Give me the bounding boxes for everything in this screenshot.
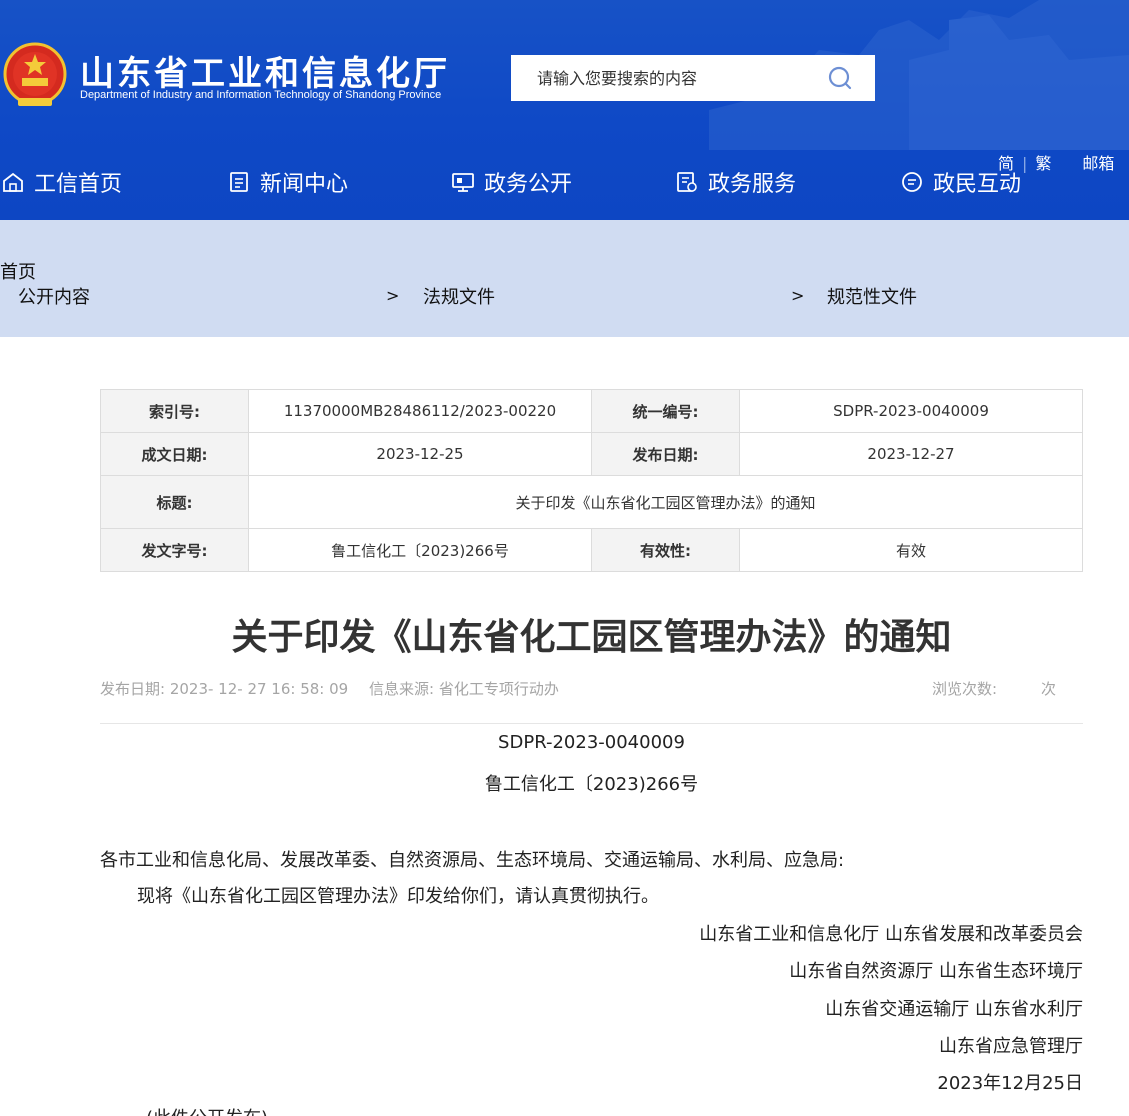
nav-label: 新闻中心	[260, 172, 349, 197]
search-icon[interactable]	[827, 65, 853, 91]
signature-line: 山东省自然资源厅 山东省生态环境厅	[789, 961, 1083, 982]
made-date-label: 成文日期:	[100, 432, 249, 476]
validity-label: 有效性:	[591, 528, 740, 572]
nav-item-interaction[interactable]: 政民互动	[901, 166, 1021, 198]
search-input[interactable]	[511, 56, 811, 100]
doc-number: 鲁工信化工〔2023)266号	[484, 774, 699, 795]
main-nav: 工信首页 新闻中心 政务公开 政务服务 政民互动	[0, 166, 1129, 206]
doc-code: SDPR-2023-0040009	[498, 732, 685, 753]
nav-label: 政务公开	[484, 172, 573, 197]
nav-label: 工信首页	[34, 172, 123, 197]
national-emblem-icon	[3, 42, 67, 106]
breadcrumb-separator: >	[386, 286, 400, 305]
breadcrumb-normative-docs[interactable]: 规范性文件	[827, 283, 917, 309]
site-header: 山东省工业和信息化厅 Department of Industry and In…	[0, 0, 1129, 220]
service-icon	[677, 172, 697, 192]
views-label: 浏览次数:	[932, 680, 998, 698]
signature-line: 山东省工业和信息化厅 山东省发展和改革委员会	[699, 924, 1083, 945]
document-info-table: 索引号: 11370000MB28486112/2023-00220 统一编号:…	[100, 389, 1083, 572]
breadcrumb-separator: >	[791, 286, 805, 305]
doc-number-value: 鲁工信化工〔2023)266号	[248, 528, 592, 572]
table-row: 索引号: 11370000MB28486112/2023-00220 统一编号:…	[100, 389, 1083, 433]
addressee: 各市工业和信息化局、发展改革委、自然资源局、生态环境局、交通运输局、水利局、应急…	[100, 850, 845, 871]
footnote: (此件公开发布)	[146, 1104, 268, 1116]
index-value: 11370000MB28486112/2023-00220	[248, 389, 592, 433]
nav-label: 政民互动	[933, 172, 1022, 197]
code-value: SDPR-2023-0040009	[739, 389, 1083, 433]
site-subtitle: Department of Industry and Information T…	[80, 89, 442, 101]
chat-icon	[902, 172, 922, 192]
pub-date-label: 发布日期:	[591, 432, 740, 476]
table-row: 标题: 关于印发《山东省化工园区管理办法》的通知	[100, 475, 1083, 529]
document-icon	[230, 172, 248, 192]
made-date-value: 2023-12-25	[248, 432, 592, 476]
source-meta: 信息来源: 省化工专项行动办	[369, 680, 559, 698]
monitor-icon	[452, 173, 474, 192]
search-box	[511, 55, 875, 101]
code-label: 统一编号:	[591, 389, 740, 433]
nav-item-gov-service[interactable]: 政务服务	[676, 166, 796, 198]
nav-item-news[interactable]: 新闻中心	[228, 166, 348, 198]
nav-item-gov-affairs[interactable]: 政务公开	[452, 166, 572, 198]
doc-number-label: 发文字号:	[100, 528, 249, 572]
signature-date: 2023年12月25日	[937, 1073, 1083, 1094]
signature-line: 山东省交通运输厅 山东省水利厅	[825, 999, 1083, 1020]
index-label: 索引号:	[100, 389, 249, 433]
site-title: 山东省工业和信息化厅	[80, 54, 450, 94]
validity-value: 有效	[739, 528, 1083, 572]
table-row: 发文字号: 鲁工信化工〔2023)266号 有效性: 有效	[100, 528, 1083, 572]
divider	[100, 723, 1083, 724]
breadcrumb-public-content[interactable]: 公开内容	[18, 283, 90, 309]
table-row: 成文日期: 2023-12-25 发布日期: 2023-12-27	[100, 432, 1083, 476]
pub-date-value: 2023-12-27	[739, 432, 1083, 476]
article-title: 关于印发《山东省化工园区管理办法》的通知	[231, 617, 952, 658]
views-unit: 次	[1041, 680, 1057, 698]
breadcrumb-regulations[interactable]: 法规文件	[423, 283, 495, 309]
nav-label: 政务服务	[708, 172, 797, 197]
breadcrumb: 首页 公开内容 > 法规文件 > 规范性文件	[0, 220, 1129, 337]
publish-date-meta: 发布日期: 2023- 12- 27 16: 58: 09	[100, 680, 349, 698]
home-icon	[3, 172, 23, 192]
title-label: 标题:	[100, 475, 249, 529]
nav-item-home[interactable]: 工信首页	[2, 166, 122, 198]
title-value: 关于印发《山东省化工园区管理办法》的通知	[248, 475, 1083, 529]
body-paragraph: 现将《山东省化工园区管理办法》印发给你们，请认真贯彻执行。	[137, 886, 659, 907]
signature-line: 山东省应急管理厅	[939, 1036, 1083, 1057]
breadcrumb-home[interactable]: 首页	[0, 258, 36, 284]
